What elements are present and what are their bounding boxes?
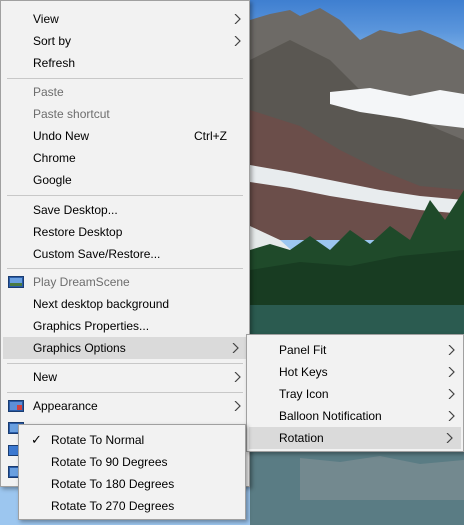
menu-separator (7, 268, 243, 269)
appearance-icon (8, 398, 24, 414)
menu-separator (7, 363, 243, 364)
menu-item-refresh[interactable]: Refresh (1, 52, 249, 74)
menu-item-play-dreamscene[interactable]: Play DreamScene (1, 271, 249, 293)
menu-item-save-desktop[interactable]: Save Desktop... (1, 199, 249, 221)
menu-item-label: Refresh (33, 56, 76, 70)
menu-item-label: Restore Desktop (33, 225, 123, 239)
menu-item-label: Rotate To Normal (51, 433, 145, 447)
menu-item-label: Undo New (33, 129, 90, 143)
menu-item-shortcut: Ctrl+Z (194, 129, 227, 143)
dreamscene-icon (8, 274, 24, 290)
menu-item-paste-shortcut[interactable]: Paste shortcut (1, 103, 249, 125)
menu-item-label: Rotate To 180 Degrees (51, 477, 175, 491)
menu-item-label: View (33, 12, 59, 26)
menu-item-label: Sort by (33, 34, 72, 48)
menu-item-label: New (33, 370, 58, 384)
menu-item-custom-save-restore[interactable]: Custom Save/Restore... (1, 243, 249, 265)
chevron-right-icon (233, 395, 243, 417)
menu-item-view[interactable]: View (1, 8, 249, 30)
menu-item-new[interactable]: New (1, 366, 249, 388)
menu-item-label: Rotate To 270 Degrees (51, 499, 175, 513)
rotation-item-normal[interactable]: ✓ Rotate To Normal (19, 429, 245, 451)
chevron-right-icon (447, 383, 457, 405)
chevron-right-icon (447, 405, 457, 427)
menu-item-label: Rotation (279, 431, 324, 445)
menu-item-graphics-properties[interactable]: Graphics Properties... (1, 315, 249, 337)
submenu-item-tray-icon[interactable]: Tray Icon (247, 383, 463, 405)
rotation-item-90[interactable]: Rotate To 90 Degrees (19, 451, 245, 473)
submenu-item-balloon-notification[interactable]: Balloon Notification (247, 405, 463, 427)
menu-item-paste[interactable]: Paste (1, 81, 249, 103)
menu-item-label: Play DreamScene (33, 275, 130, 289)
menu-item-google[interactable]: Google (1, 169, 249, 191)
submenu-item-hot-keys[interactable]: Hot Keys (247, 361, 463, 383)
chevron-right-icon (447, 339, 457, 361)
rotation-submenu: ✓ Rotate To Normal Rotate To 90 Degrees … (18, 424, 246, 520)
menu-item-label: Chrome (33, 151, 76, 165)
menu-item-next-desktop-background[interactable]: Next desktop background (1, 293, 249, 315)
checkmark-icon: ✓ (31, 432, 42, 447)
menu-item-appearance[interactable]: Appearance (1, 395, 249, 417)
menu-item-restore-desktop[interactable]: Restore Desktop (1, 221, 249, 243)
menu-item-label: Custom Save/Restore... (33, 247, 161, 261)
menu-item-undo-new[interactable]: Undo New Ctrl+Z (1, 125, 249, 147)
menu-item-graphics-options[interactable]: Graphics Options (3, 337, 247, 359)
menu-item-label: Panel Fit (279, 343, 327, 357)
menu-item-label: Appearance (33, 399, 98, 413)
menu-item-label: Rotate To 90 Degrees (51, 455, 168, 469)
menu-item-label: Graphics Properties... (33, 319, 150, 333)
menu-item-label: Paste (33, 85, 64, 99)
desktop-context-menu: View Sort by Refresh Paste Paste shortcu… (0, 0, 250, 487)
chevron-right-icon (447, 361, 457, 383)
menu-item-chrome[interactable]: Chrome (1, 147, 249, 169)
menu-separator (7, 195, 243, 196)
menu-item-sort-by[interactable]: Sort by (1, 30, 249, 52)
menu-item-label: Graphics Options (33, 341, 126, 355)
chevron-right-icon (233, 30, 243, 52)
menu-item-label: Save Desktop... (33, 203, 118, 217)
menu-item-label: Google (33, 173, 72, 187)
chevron-right-icon (233, 8, 243, 30)
menu-item-label: Hot Keys (279, 365, 328, 379)
rotation-item-180[interactable]: Rotate To 180 Degrees (19, 473, 245, 495)
menu-item-label: Paste shortcut (33, 107, 110, 121)
chevron-right-icon (445, 427, 455, 449)
submenu-item-rotation[interactable]: Rotation (249, 427, 461, 449)
menu-item-label: Balloon Notification (279, 409, 382, 423)
rotation-item-270[interactable]: Rotate To 270 Degrees (19, 495, 245, 517)
menu-item-label: Tray Icon (279, 387, 329, 401)
chevron-right-icon (231, 337, 241, 359)
submenu-item-panel-fit[interactable]: Panel Fit (247, 339, 463, 361)
chevron-right-icon (233, 366, 243, 388)
menu-separator (7, 78, 243, 79)
menu-item-label: Next desktop background (33, 297, 170, 311)
graphics-options-submenu: Panel Fit Hot Keys Tray Icon Balloon Not… (246, 334, 464, 452)
menu-separator (7, 392, 243, 393)
